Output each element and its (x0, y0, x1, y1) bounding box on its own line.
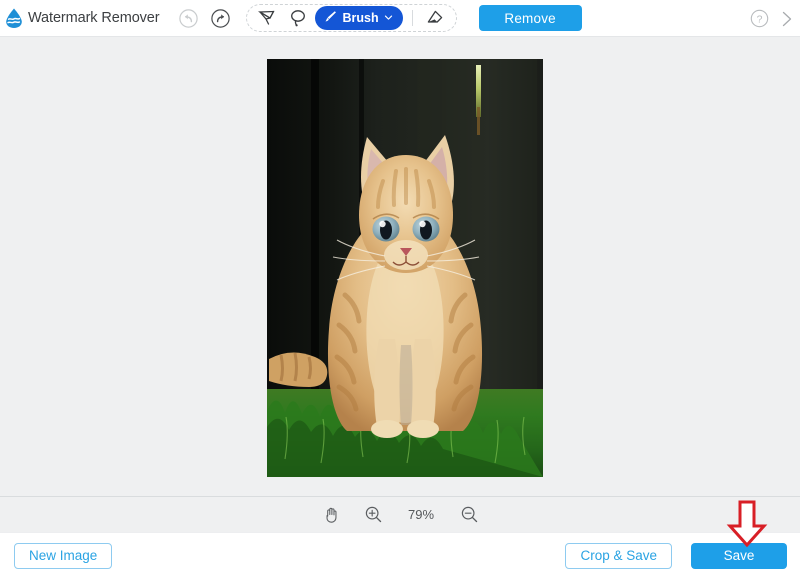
app-footer: New Image Crop & Save Save (0, 532, 800, 578)
water-drop-logo-icon (2, 6, 26, 30)
help-circle-icon[interactable]: ? (748, 8, 770, 30)
brush-icon (323, 9, 338, 27)
zoom-toolbar: 79% (0, 496, 800, 532)
app-title: Watermark Remover (28, 10, 160, 26)
chevron-down-icon (384, 11, 393, 25)
new-image-label: New Image (29, 548, 98, 563)
zoom-level-label: 79% (407, 507, 435, 522)
zoom-in-icon[interactable] (362, 504, 384, 526)
brush-tool-button[interactable]: Brush (314, 6, 403, 30)
save-label: Save (723, 548, 755, 563)
zoom-out-icon[interactable] (458, 504, 480, 526)
redo-icon[interactable] (210, 7, 232, 29)
watermark-remover-app: Watermark Remover Brush Remove ? 79% New… (0, 0, 800, 578)
save-button[interactable]: Save (691, 542, 787, 569)
chevron-right-icon[interactable] (776, 8, 798, 30)
remove-button[interactable]: Remove (478, 5, 582, 31)
history-controls (178, 7, 232, 29)
crop-and-save-label: Crop & Save (580, 548, 657, 563)
svg-text:?: ? (756, 13, 762, 25)
new-image-button[interactable]: New Image (14, 542, 113, 569)
hand-tool-icon[interactable] (320, 504, 342, 526)
editing-image[interactable] (267, 59, 543, 477)
brand: Watermark Remover (0, 6, 160, 30)
header-right-controls: ? (748, 0, 798, 37)
app-header: Watermark Remover Brush Remove ? (0, 0, 800, 37)
undo-icon[interactable] (178, 7, 200, 29)
image-canvas[interactable] (0, 37, 800, 496)
brush-label: Brush (342, 11, 379, 25)
lasso-icon[interactable] (283, 5, 313, 31)
eraser-icon[interactable] (420, 5, 450, 31)
remove-label: Remove (504, 10, 556, 26)
tool-separator (411, 10, 413, 26)
crop-and-save-button[interactable]: Crop & Save (565, 542, 672, 569)
tool-group: Brush (245, 4, 457, 32)
footer-actions: Crop & Save Save (565, 542, 787, 569)
polygon-lasso-icon[interactable] (253, 5, 283, 31)
